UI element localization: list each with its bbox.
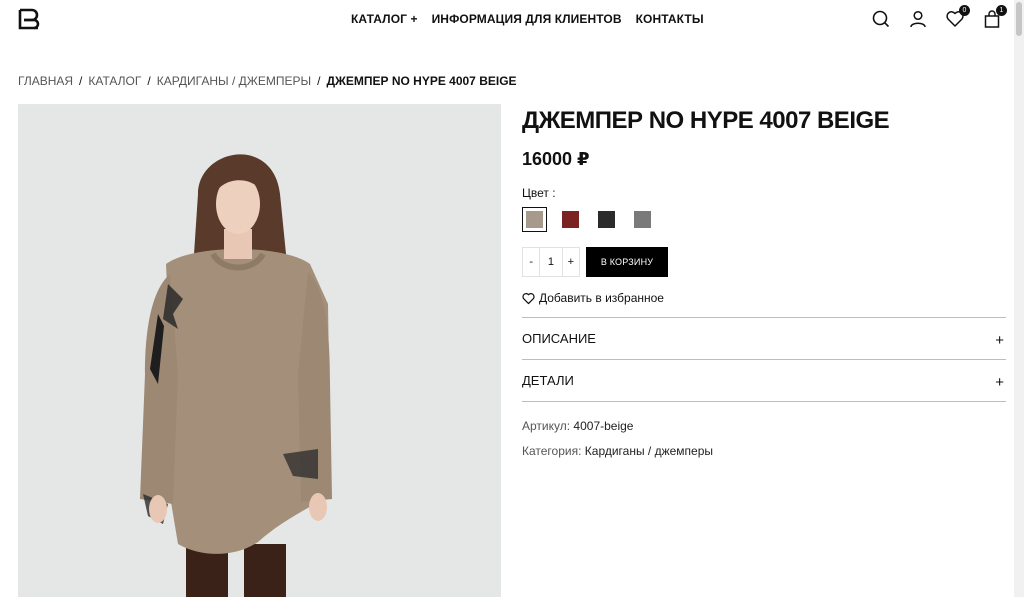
sku-row: Артикул: 4007-beige: [522, 419, 1006, 433]
color-swatch-black[interactable]: [594, 207, 619, 232]
sku-label: Артикул:: [522, 419, 571, 433]
breadcrumb-catalog[interactable]: КАТАЛОГ: [88, 74, 141, 88]
color-label: Цвет :: [522, 186, 556, 200]
color-swatch-grey[interactable]: [630, 207, 655, 232]
breadcrumb-separator: /: [147, 74, 151, 88]
breadcrumb-category[interactable]: КАРДИГАНЫ / ДЖЕМПЕРЫ: [157, 74, 311, 88]
wishlist-count-badge: 0: [959, 5, 970, 16]
product-info: ДЖЕМПЕР NO HYPE 4007 BEIGE 16000 ₽ Цвет …: [522, 104, 1006, 469]
shopping-bag-icon[interactable]: 1: [982, 5, 1007, 29]
header-icons: 0 1: [871, 5, 1007, 29]
nav-catalog[interactable]: КАТАЛОГ +: [351, 12, 418, 26]
plus-icon: +: [995, 332, 1004, 349]
qty-increase-button[interactable]: +: [563, 248, 579, 276]
category-link[interactable]: Кардиганы / джемперы: [585, 444, 713, 458]
logo-icon[interactable]: [18, 8, 40, 30]
site-header: КАТАЛОГ + ИНФОРМАЦИЯ ДЛЯ КЛИЕНТОВ КОНТАК…: [0, 0, 1024, 40]
quantity-stepper: - 1 +: [522, 247, 580, 277]
sku-value: 4007-beige: [573, 419, 634, 433]
qty-input[interactable]: 1: [539, 248, 563, 276]
color-swatch-burgundy[interactable]: [558, 207, 583, 232]
product-title: ДЖЕМПЕР NO HYPE 4007 BEIGE: [522, 107, 890, 134]
nav-contacts[interactable]: КОНТАКТЫ: [636, 12, 704, 26]
nav-client-info[interactable]: ИНФОРМАЦИЯ ДЛЯ КЛИЕНТОВ: [432, 12, 622, 26]
user-icon[interactable]: [908, 9, 928, 29]
breadcrumb: ГЛАВНАЯ / КАТАЛОГ / КАРДИГАНЫ / ДЖЕМПЕРЫ…: [18, 74, 517, 88]
color-swatches: [522, 207, 1006, 232]
add-to-cart-button[interactable]: В КОРЗИНУ: [586, 247, 668, 277]
accordion-details[interactable]: ДЕТАЛИ +: [522, 360, 1006, 402]
breadcrumb-home[interactable]: ГЛАВНАЯ: [18, 74, 73, 88]
color-swatch-beige[interactable]: [522, 207, 547, 232]
add-to-favorites-label: Добавить в избранное: [539, 291, 664, 305]
model-photo: [18, 104, 501, 597]
plus-icon: +: [995, 374, 1004, 391]
product-meta: Артикул: 4007-beige Категория: Кардиганы…: [522, 419, 1006, 458]
breadcrumb-separator: /: [317, 74, 321, 88]
add-to-cart-row: - 1 + В КОРЗИНУ: [522, 247, 1006, 277]
category-label: Категория:: [522, 444, 582, 458]
page-scrollbar[interactable]: [1014, 0, 1024, 597]
breadcrumb-separator: /: [79, 74, 83, 88]
scrollbar-thumb[interactable]: [1016, 2, 1022, 36]
main-nav: КАТАЛОГ + ИНФОРМАЦИЯ ДЛЯ КЛИЕНТОВ КОНТАК…: [351, 12, 704, 26]
category-row: Категория: Кардиганы / джемперы: [522, 444, 1006, 458]
accordion-description-label: ОПИСАНИЕ: [522, 331, 596, 346]
product-price: 16000 ₽: [522, 149, 590, 169]
product-image[interactable]: [18, 104, 501, 597]
search-icon[interactable]: [871, 9, 891, 29]
heart-icon[interactable]: 0: [945, 5, 970, 29]
heart-icon: [522, 292, 535, 304]
cart-count-badge: 1: [996, 5, 1007, 16]
add-to-favorites-link[interactable]: Добавить в избранное: [522, 291, 1006, 305]
product-accordion: ОПИСАНИЕ + ДЕТАЛИ +: [522, 317, 1006, 402]
accordion-details-label: ДЕТАЛИ: [522, 373, 574, 388]
breadcrumb-current: ДЖЕМПЕР NO HYPE 4007 BEIGE: [326, 74, 517, 88]
accordion-description[interactable]: ОПИСАНИЕ +: [522, 318, 1006, 360]
qty-decrease-button[interactable]: -: [523, 248, 539, 276]
